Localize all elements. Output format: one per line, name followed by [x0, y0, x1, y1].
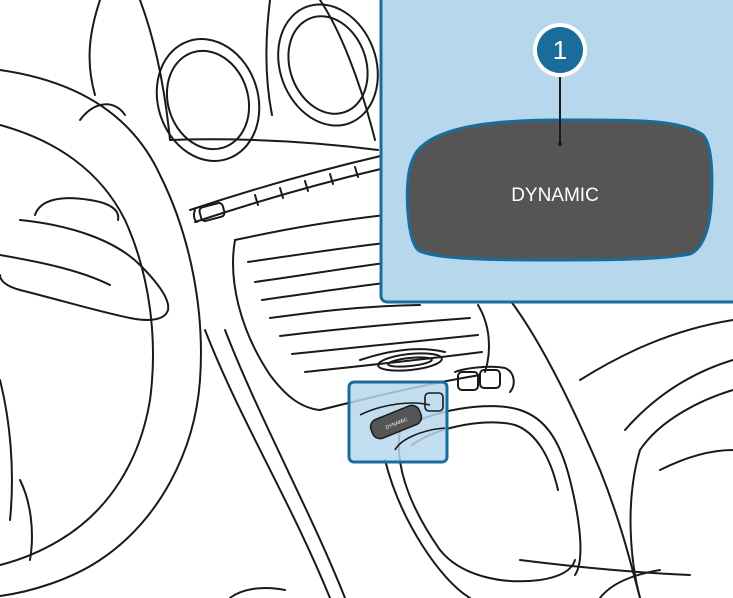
floor-curve — [229, 587, 286, 598]
instrument-cluster — [88, 0, 379, 162]
switch-row — [189, 154, 386, 223]
callout-panel: DYNAMIC 1 — [379, 0, 733, 304]
callout-leader-dot — [558, 142, 562, 146]
dashboard-illustration: DYNAMIC DYNAMIC 1 — [0, 0, 733, 598]
passenger-seat — [579, 319, 733, 598]
steering-wheel — [0, 69, 202, 597]
marker-number: 1 — [553, 35, 567, 65]
dynamic-button-label: DYNAMIC — [511, 185, 599, 206]
